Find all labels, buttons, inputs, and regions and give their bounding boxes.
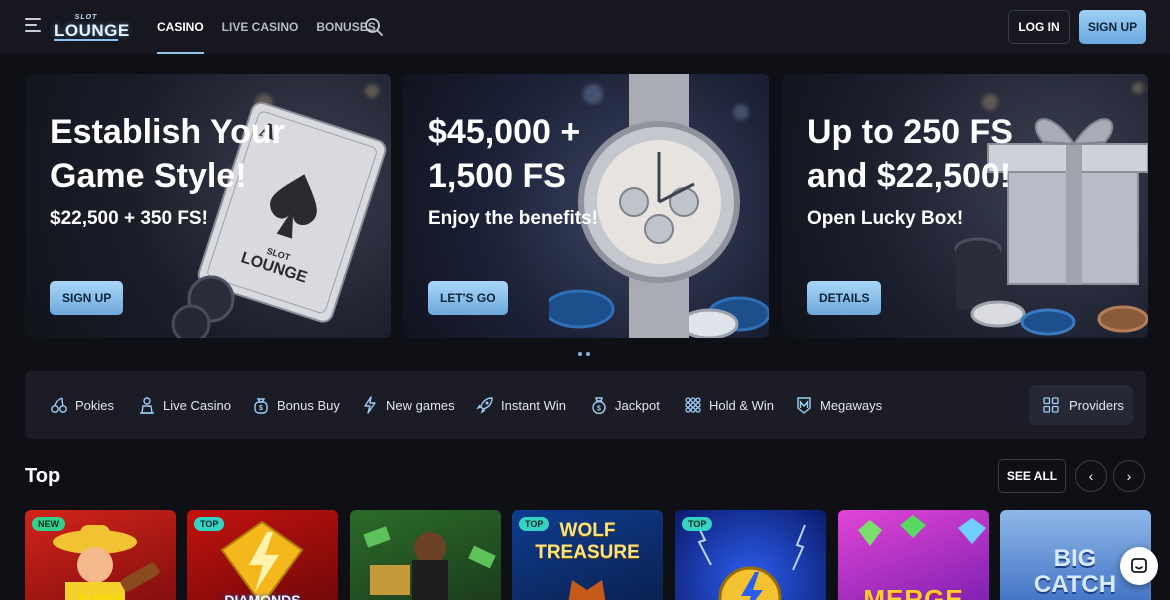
game-title: DIAMONDS [224,592,301,600]
banner-title: Establish Your Game Style! [50,113,285,195]
top-badge: TOP [194,517,225,531]
category-live-casino[interactable]: Live Casino [138,371,231,439]
carousel-dot[interactable] [586,352,590,356]
game-title: WOLF TREASURE [535,520,640,563]
category-label: New games [386,397,455,413]
game-title: MERGE [863,584,964,600]
carousel-dots [578,352,590,356]
game-tile[interactable]: TOP DIAMONDS [187,510,338,600]
main-nav: CASINO LIVE CASINO BONUSES [157,0,376,54]
chevron-right-icon[interactable]: › [1113,460,1145,492]
promo-banner-1[interactable]: A SLOT LOUNGE Establish Your Game Style!… [25,74,391,338]
category-bonus-buy[interactable]: $ Bonus Buy [252,371,340,439]
section-title: Top [25,465,61,487]
signup-button[interactable]: SIGN UP [1079,10,1146,44]
chat-icon[interactable] [1120,547,1158,585]
category-jackpot[interactable]: $ Jackpot [590,371,660,439]
game-tile[interactable]: NEW SUPER [25,510,176,600]
rocket-icon [476,397,493,414]
svg-text:$: $ [259,405,263,412]
carousel-dot[interactable] [578,352,582,356]
game-tile[interactable]: TOP [675,510,826,600]
top-header: SLOT LOUNGE CASINO LIVE CASINO BONUSES L… [0,0,1170,54]
search-icon[interactable] [364,17,384,37]
category-label: Live Casino [163,397,231,413]
category-instant-win[interactable]: Instant Win [476,371,566,439]
category-label: Jackpot [615,397,660,413]
providers-label: Providers [1069,397,1124,413]
banner-subtitle: Enjoy the benefits! [428,208,598,229]
logo-main-text: LOUNGE [54,21,130,41]
category-label: Instant Win [501,397,567,413]
top-badge: TOP [682,517,713,531]
cherries-icon [51,397,67,413]
category-label: Hold & Win [709,397,775,413]
category-pokies[interactable]: Pokies [50,371,114,439]
category-bar: Pokies Live Casino $ Bonus Buy New games… [25,371,1146,439]
category-new-games[interactable]: New games [361,371,455,439]
new-badge: NEW [32,517,65,531]
category-hold-and-win[interactable]: Hold & Win [684,371,774,439]
category-label: Pokies [75,397,115,413]
category-label: Megaways [820,397,883,413]
category-megaways[interactable]: Megaways [795,371,882,439]
game-title: BIG CATCH [1033,545,1117,598]
see-all-button[interactable]: SEE ALL [998,459,1066,493]
chevron-left-icon[interactable]: ‹ [1075,460,1107,492]
category-label: Bonus Buy [277,397,340,413]
banner-title: Up to 250 FS and $22,500! [807,113,1013,195]
game-tile[interactable] [350,510,501,600]
grid-dots-icon [685,397,701,413]
banner-subtitle: $22,500 + 350 FS! [50,208,208,229]
money-bag-icon: $ [254,398,268,414]
banner-title: $45,000 + 1,500 FS [428,113,581,195]
svg-text:$: $ [597,406,601,413]
promo-banner-2[interactable]: $45,000 + 1,500 FS Enjoy the benefits! L… [403,74,769,338]
nav-casino[interactable]: CASINO [157,0,204,54]
promo-banner-3[interactable]: Up to 250 FS and $22,500! Open Lucky Box… [782,74,1148,338]
game-tile[interactable]: TOP WOLF TREASURE [512,510,663,600]
nav-live-casino[interactable]: LIVE CASINO [222,0,299,54]
login-button[interactable]: LOG IN [1008,10,1070,44]
game-tile[interactable]: MERGE [838,510,989,600]
game-art [363,526,496,600]
banner-lets-go-button[interactable]: LET'S GO [428,281,508,315]
banner-signup-button[interactable]: SIGN UP [50,281,124,315]
lightning-icon [364,396,376,414]
site-logo[interactable]: SLOT LOUNGE [54,14,130,41]
dealer-icon [140,397,154,414]
banner-details-button[interactable]: DETAILS [807,281,882,315]
menu-icon[interactable] [25,18,43,34]
game-title: SUPER [78,592,123,600]
m-shield-icon [797,397,811,414]
banner-subtitle: Open Lucky Box! [807,208,964,229]
providers-button[interactable]: Providers [1029,385,1133,425]
grid-icon [1043,397,1059,413]
jackpot-bag-icon: $ [592,397,606,414]
